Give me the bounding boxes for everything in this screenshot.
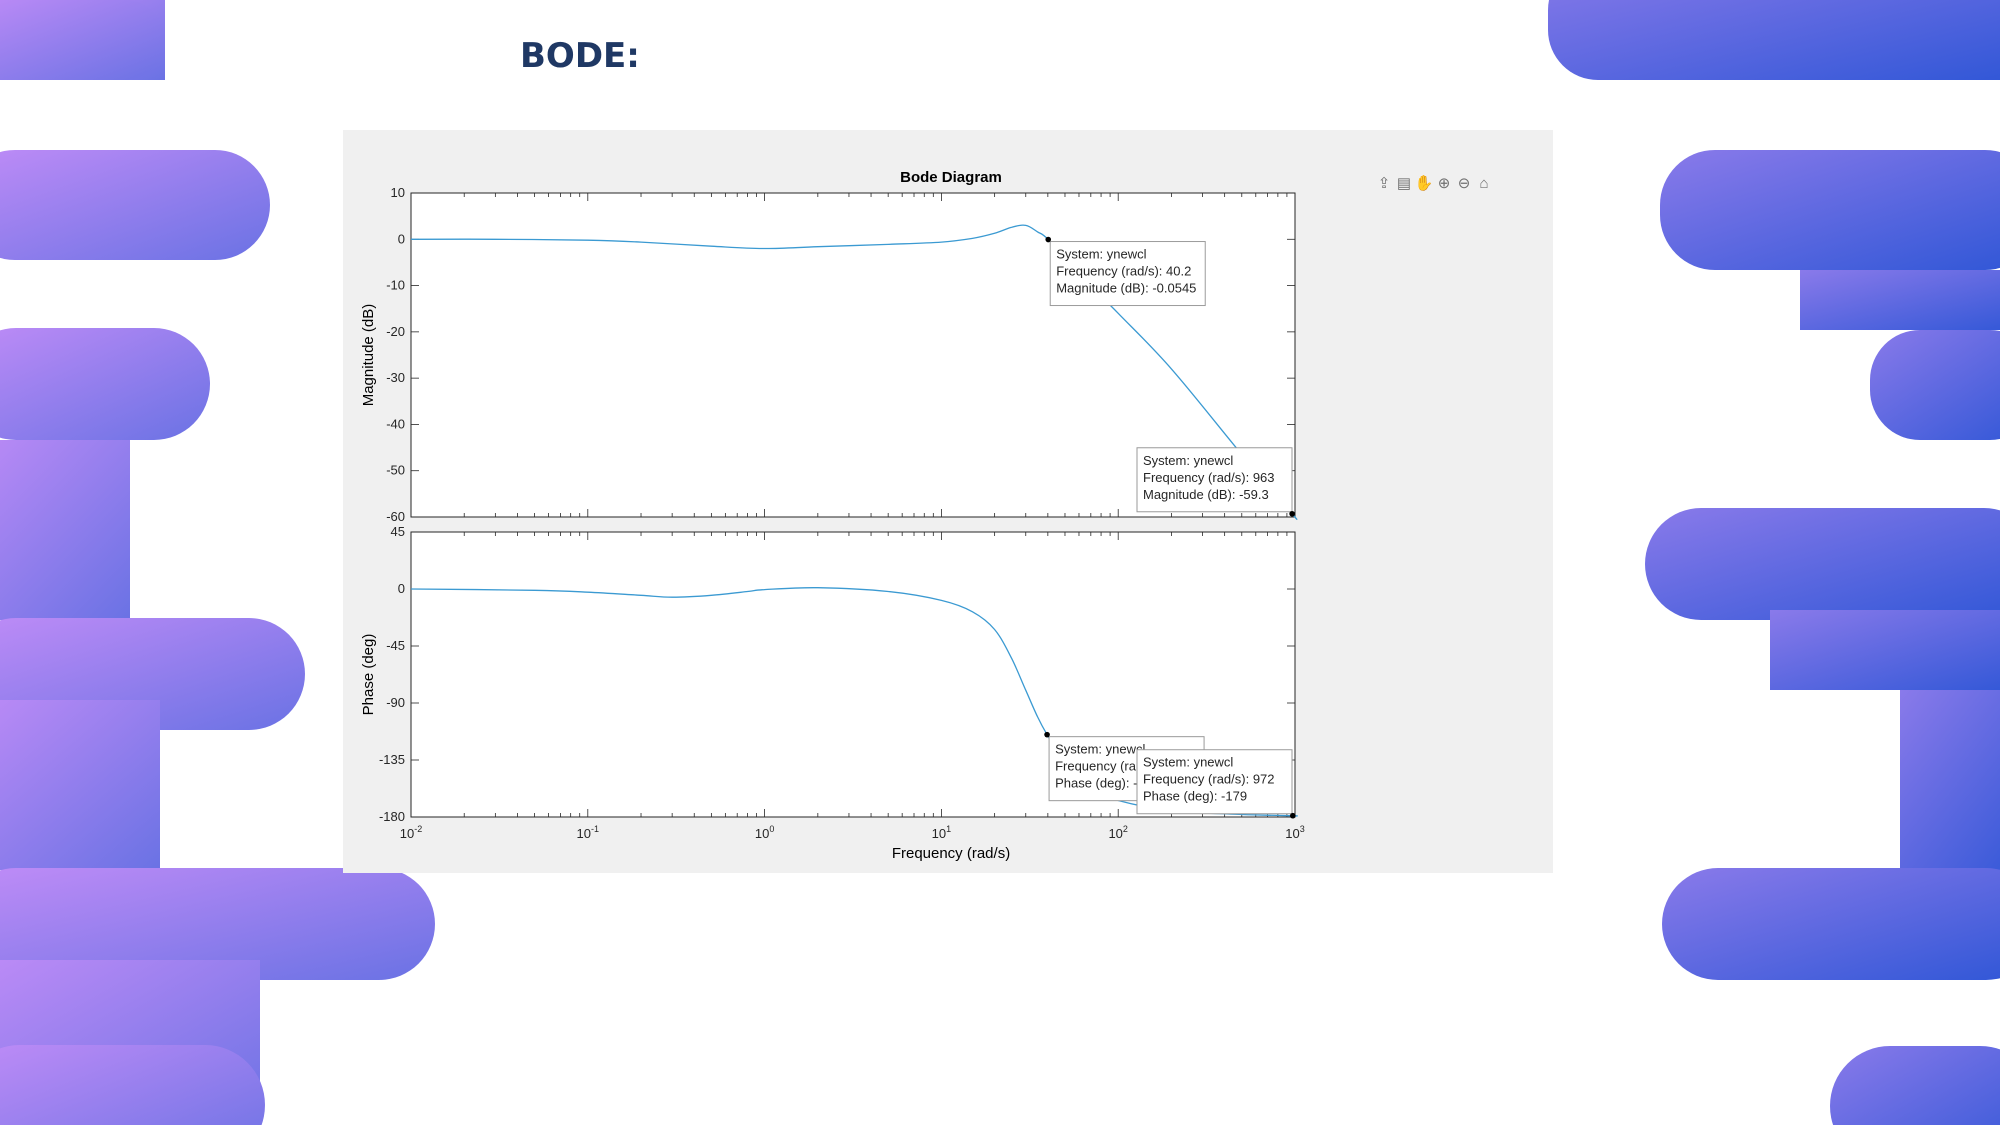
datatip-marker[interactable] xyxy=(1290,812,1296,819)
magnitude-panel: 10 0 -10 -20 -30 -40 -50 -60 Magnitude (dB) Syste… xyxy=(360,185,1298,524)
zoom-out-icon[interactable]: ⊖ xyxy=(1458,175,1471,192)
datatip-text: Frequency (rad/s): 40.2 xyxy=(1056,264,1191,279)
datatip-marker[interactable] xyxy=(1289,510,1295,517)
x-tick-label: 102 xyxy=(1108,824,1127,841)
datatip-text: System: ynewcl xyxy=(1143,755,1233,770)
x-tick-label: 101 xyxy=(932,824,951,841)
y-tick-label: -60 xyxy=(386,509,405,524)
datatip-icon[interactable]: ▤ xyxy=(1397,175,1411,192)
zoom-in-icon[interactable]: ⊕ xyxy=(1438,175,1451,192)
y-tick-label: -180 xyxy=(379,809,405,824)
datatip-text: Magnitude (dB): -59.3 xyxy=(1143,487,1269,502)
y-tick-label: -20 xyxy=(386,324,405,339)
y-tick-label: 0 xyxy=(398,581,405,596)
y-tick-label: -90 xyxy=(386,695,405,710)
datatip-text: System: ynewcl xyxy=(1055,742,1145,757)
datatip-text: Frequency (rad/s): 972 xyxy=(1143,772,1275,787)
datatip-marker[interactable] xyxy=(1045,236,1052,243)
datatip-text: Phase (deg): -179 xyxy=(1143,789,1247,804)
x-tick-label: 10-2 xyxy=(400,824,422,841)
frequency-axis: 10-2 10-1 100 101 102 103 xyxy=(400,824,1305,841)
datatip-text: Magnitude (dB): -0.0545 xyxy=(1056,281,1196,296)
slide-title: BODE: xyxy=(520,36,640,76)
chart-title: Bode Diagram xyxy=(900,169,1002,186)
datatip-marker[interactable] xyxy=(1044,731,1050,738)
pan-hand-icon[interactable]: ✋ xyxy=(1415,174,1434,192)
y-tick-label: -30 xyxy=(386,370,405,385)
axes-toolbar: ⇪ ▤ ✋ ⊕ ⊖ ⌂ xyxy=(1378,174,1489,192)
y-tick-label: -135 xyxy=(379,752,405,767)
y-tick-label: -40 xyxy=(386,416,405,431)
y-tick-label: -10 xyxy=(386,278,405,293)
datatip-text: System: ynewcl xyxy=(1143,453,1233,468)
y-tick-label: 10 xyxy=(391,185,405,200)
x-axis-label: Frequency (rad/s) xyxy=(892,845,1010,862)
y-tick-label: 45 xyxy=(391,524,405,539)
magnitude-axis-label: Magnitude (dB) xyxy=(360,304,377,407)
y-tick-label: 0 xyxy=(398,231,405,246)
home-icon[interactable]: ⌂ xyxy=(1479,175,1488,192)
y-tick-label: -50 xyxy=(386,463,405,478)
x-tick-label: 103 xyxy=(1285,824,1304,841)
y-tick-label: -45 xyxy=(386,638,405,653)
datatip-box[interactable]: System: ynewcl Frequency (rad/s): 972 Phas… xyxy=(1136,749,1293,815)
export-icon[interactable]: ⇪ xyxy=(1378,175,1391,192)
x-tick-label: 10-1 xyxy=(577,824,599,841)
phase-panel: 45 0 -45 -90 -135 -180 Phase (deg) System: ynew… xyxy=(360,524,1298,824)
datatip-text: Frequency (rad/s): 963 xyxy=(1143,470,1275,485)
datatip-text: System: ynewcl xyxy=(1056,247,1146,262)
datatip-box[interactable]: System: ynewcl Frequency (rad/s): 40.2 Mag… xyxy=(1049,241,1206,307)
bode-chart: Bode Diagram ⇪ ▤ ✋ ⊕ ⊖ ⌂ 100-10-20-30-40-50-6… xyxy=(360,169,1489,862)
phase-axis-label: Phase (deg) xyxy=(360,634,377,716)
datatip-box[interactable]: System: ynewcl Frequency (rad/s): 963 Magn… xyxy=(1136,447,1293,513)
x-tick-label: 100 xyxy=(755,824,774,841)
bode-figure: Bode Diagram ⇪ ▤ ✋ ⊕ ⊖ ⌂ 10 0 -10 -20 -30 -40 -50 -6… xyxy=(343,130,1553,873)
right-decor-shape xyxy=(1548,0,2000,1125)
